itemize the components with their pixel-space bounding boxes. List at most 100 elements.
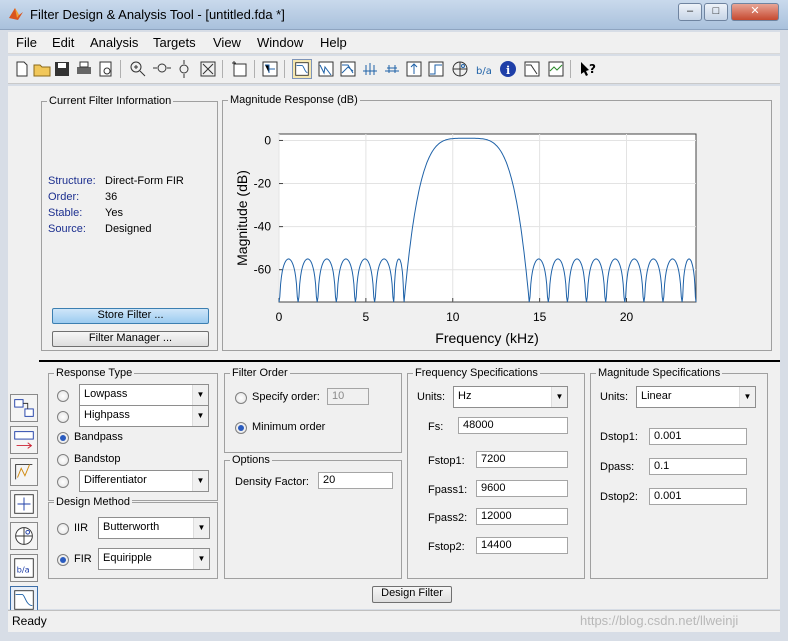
import-filter-icon[interactable]: b/a <box>10 554 38 582</box>
fir-method-select[interactable]: Equiripple ▼ <box>98 548 210 570</box>
specify-order-radio[interactable] <box>235 392 247 404</box>
fpass2-input[interactable]: 12000 <box>476 508 568 525</box>
current-filter-info-title: Current Filter Information <box>47 95 174 107</box>
chevron-down-icon: ▼ <box>739 387 755 407</box>
impulse-response-icon[interactable] <box>404 59 424 79</box>
svg-text:?: ? <box>589 62 596 76</box>
menu-window[interactable]: Window <box>257 35 303 50</box>
response-type-panel: Response Type Lowpass ▼ Highpass ▼ Bandpas… <box>48 367 218 501</box>
transform-filter-icon[interactable] <box>10 394 38 422</box>
magnitude-phase-icon[interactable] <box>338 59 358 79</box>
zoom-y-icon[interactable] <box>174 59 194 79</box>
zoom-x-icon[interactable] <box>152 59 172 79</box>
dpass-input[interactable]: 0.1 <box>649 458 747 475</box>
left-tool-strip: b/a <box>8 390 40 614</box>
menu-edit[interactable]: Edit <box>52 35 74 50</box>
filter-order-title: Filter Order <box>230 367 290 379</box>
fstop1-input[interactable]: 7200 <box>476 451 568 468</box>
maximize-button[interactable]: □ <box>704 3 728 21</box>
specify-order-input[interactable]: 10 <box>327 388 369 405</box>
pole-zero-editor-icon[interactable] <box>10 522 38 550</box>
magnitude-specs-title: Magnitude Specifications <box>596 367 723 379</box>
new-file-icon[interactable] <box>12 59 32 79</box>
toolbar: b/a i ? <box>8 56 780 84</box>
filter-specs-icon[interactable] <box>260 59 280 79</box>
bandpass-radio[interactable] <box>57 432 69 444</box>
matlab-app-icon <box>9 8 23 20</box>
store-filter-button[interactable]: Store Filter ... <box>52 308 209 324</box>
magnitude-response-icon[interactable] <box>292 59 312 79</box>
quantize-filter-icon[interactable] <box>10 458 38 486</box>
close-button[interactable]: ✕ <box>731 3 779 21</box>
zoom-in-icon[interactable] <box>128 59 148 79</box>
save-icon[interactable] <box>52 59 72 79</box>
new-window-icon[interactable] <box>230 59 250 79</box>
filter-manager-button[interactable]: Filter Manager ... <box>52 331 209 347</box>
panel-divider <box>39 360 780 362</box>
group-delay-icon[interactable] <box>360 59 380 79</box>
lowpass-select[interactable]: Lowpass ▼ <box>79 384 209 406</box>
fir-radio[interactable] <box>57 554 69 566</box>
differentiator-radio[interactable] <box>57 476 69 488</box>
fpass1-input[interactable]: 9600 <box>476 480 568 497</box>
frequency-specs-title: Frequency Specifications <box>413 367 540 379</box>
title-bar: Filter Design & Analysis Tool - [untitle… <box>0 0 788 30</box>
dstop1-input[interactable]: 0.001 <box>649 428 747 445</box>
minimum-order-label: Minimum order <box>252 421 326 433</box>
main-client-area: Current Filter Information Structure: Di… <box>8 86 780 609</box>
minimize-button[interactable]: – <box>678 3 702 21</box>
iir-method-select[interactable]: Butterworth ▼ <box>98 517 210 539</box>
mag-units-select[interactable]: Linear ▼ <box>636 386 756 408</box>
y-tick-label: 0 <box>264 133 271 147</box>
fpass1-label: Fpass1: <box>428 484 468 496</box>
x-tick-label: 20 <box>620 310 634 324</box>
svg-text:i: i <box>506 64 510 77</box>
freq-units-select[interactable]: Hz ▼ <box>453 386 568 408</box>
fstop2-input[interactable]: 14400 <box>476 537 568 554</box>
status-text: Ready <box>12 614 47 628</box>
source-label: Source: <box>48 223 86 235</box>
iir-radio[interactable] <box>57 523 69 535</box>
menu-view[interactable]: View <box>213 35 241 50</box>
pole-zero-icon[interactable] <box>450 59 470 79</box>
highpass-radio[interactable] <box>57 411 69 423</box>
dstop2-input[interactable]: 0.001 <box>649 488 747 505</box>
options-title: Options <box>230 454 272 466</box>
design-filter-button[interactable]: Design Filter <box>372 586 452 603</box>
noise-loading-icon[interactable] <box>546 59 566 79</box>
menu-file[interactable]: File <box>16 35 37 50</box>
structure-label: Structure: <box>48 175 96 187</box>
lowpass-radio[interactable] <box>57 390 69 402</box>
minimum-order-radio[interactable] <box>235 422 247 434</box>
differentiator-select[interactable]: Differentiator ▼ <box>79 470 209 492</box>
y-tick-label: -20 <box>254 177 272 191</box>
print-preview-icon[interactable] <box>96 59 116 79</box>
print-icon[interactable] <box>74 59 94 79</box>
menu-targets[interactable]: Targets <box>153 35 196 50</box>
window-title: Filter Design & Analysis Tool - [untitle… <box>30 7 285 22</box>
dpass-label: Dpass: <box>600 461 635 473</box>
bandstop-label: Bandstop <box>74 453 121 465</box>
magnitude-response-panel: Magnitude Response (dB) 0 5 10 15 20 0 -20 -40-… <box>222 94 772 351</box>
whats-this-help-icon[interactable]: ? <box>578 59 598 79</box>
chevron-down-icon: ▼ <box>551 387 567 407</box>
full-view-icon[interactable] <box>198 59 218 79</box>
fs-input[interactable]: 48000 <box>458 417 568 434</box>
filter-coefficients-icon[interactable]: b/a <box>474 59 494 79</box>
bandstop-radio[interactable] <box>57 454 69 466</box>
magnitude-estimate-icon[interactable] <box>522 59 542 79</box>
x-tick-label: 10 <box>446 310 460 324</box>
step-response-icon[interactable] <box>426 59 446 79</box>
density-factor-input[interactable]: 20 <box>318 472 393 489</box>
filter-info-icon[interactable]: i <box>498 59 518 79</box>
highpass-select[interactable]: Highpass ▼ <box>79 405 209 427</box>
menu-analysis[interactable]: Analysis <box>90 35 138 50</box>
phase-delay-icon[interactable] <box>382 59 402 79</box>
realize-model-icon[interactable] <box>10 490 38 518</box>
phase-response-icon[interactable] <box>316 59 336 79</box>
open-folder-icon[interactable] <box>32 59 52 79</box>
convert-structure-icon[interactable] <box>10 426 38 454</box>
chevron-down-icon: ▼ <box>192 471 208 491</box>
menu-help[interactable]: Help <box>320 35 347 50</box>
current-filter-info-panel: Current Filter Information Structure: Di… <box>41 95 218 351</box>
